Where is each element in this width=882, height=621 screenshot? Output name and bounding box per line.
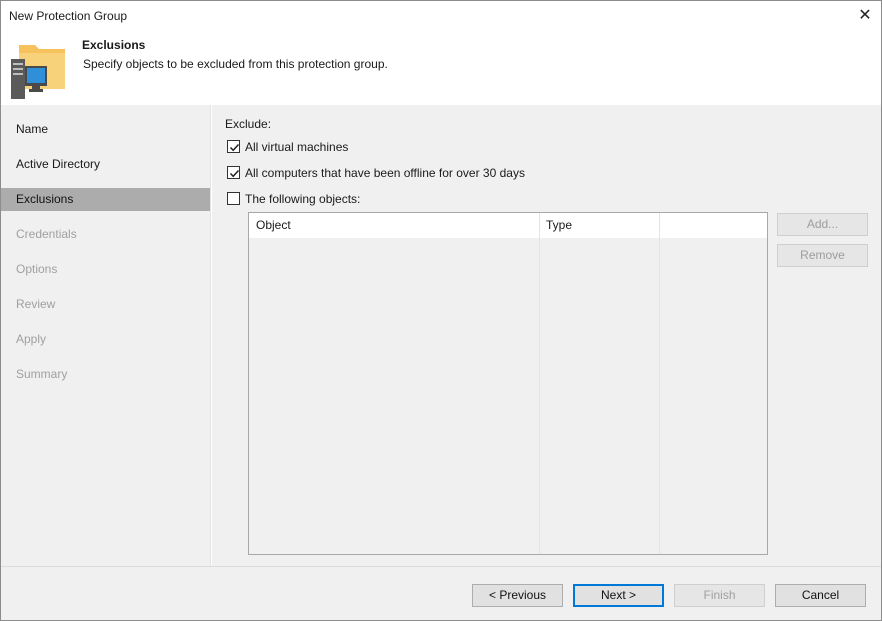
next-button[interactable]: Next > — [573, 584, 664, 607]
finish-button[interactable]: Finish — [674, 584, 765, 607]
step-active-directory[interactable]: Active Directory — [1, 153, 210, 176]
cancel-button[interactable]: Cancel — [775, 584, 866, 607]
following-objects-checkbox[interactable] — [227, 192, 240, 205]
previous-button[interactable]: < Previous — [472, 584, 563, 607]
step-exclusions[interactable]: Exclusions — [1, 188, 210, 211]
step-subtitle: Specify objects to be excluded from this… — [83, 57, 388, 71]
window-title: New Protection Group — [9, 9, 128, 23]
excluded-objects-table[interactable]: Object Type — [248, 212, 768, 555]
table-header: Object Type — [249, 213, 767, 238]
step-credentials: Credentials — [16, 227, 77, 241]
step-name[interactable]: Name — [1, 118, 210, 141]
step-title: Exclusions — [82, 38, 146, 52]
column-divider — [539, 213, 540, 554]
offline-computers-checkbox[interactable] — [227, 166, 240, 179]
column-header-object[interactable]: Object — [249, 213, 539, 238]
checkmark-icon — [229, 169, 240, 178]
offline-computers-label[interactable]: All computers that have been offline for… — [245, 166, 525, 180]
all-vms-label[interactable]: All virtual machines — [245, 140, 348, 154]
step-summary: Summary — [16, 367, 68, 381]
step-options: Options — [16, 262, 58, 276]
protection-group-icon — [11, 45, 65, 99]
wizard-footer: < Previous Next > Finish Cancel — [1, 566, 881, 620]
wizard-header: Exclusions Specify objects to be exclude… — [1, 31, 881, 105]
remove-button[interactable]: Remove — [777, 244, 868, 267]
close-icon[interactable]: ✕ — [855, 6, 875, 26]
checkmark-icon — [229, 143, 240, 152]
wizard-window: New Protection Group ✕ Exclusions Specif… — [0, 0, 882, 621]
title-bar: New Protection Group ✕ — [1, 1, 881, 31]
add-button[interactable]: Add... — [777, 213, 868, 236]
all-vms-checkbox[interactable] — [227, 140, 240, 153]
exclude-label: Exclude: — [225, 117, 272, 131]
step-apply: Apply — [16, 332, 47, 346]
step-review: Review — [16, 297, 56, 311]
column-divider — [659, 213, 660, 554]
column-header-type[interactable]: Type — [539, 213, 659, 238]
wizard-steps-sidebar: Name Active Directory Exclusions Credent… — [1, 105, 211, 566]
following-objects-label[interactable]: The following objects: — [245, 192, 360, 206]
